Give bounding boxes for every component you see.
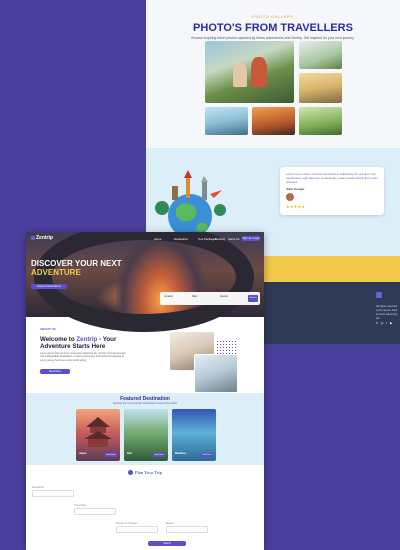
hero-section: Zentrip Home Destination Tour Packages B… bbox=[26, 232, 264, 332]
navbar: Zentrip Home Destination Tour Packages B… bbox=[26, 232, 264, 244]
gallery-photo-city[interactable] bbox=[205, 107, 248, 135]
brand-name: Zentrip bbox=[36, 235, 53, 241]
rating-stars: ★★★★★ bbox=[286, 204, 306, 209]
plan-date-label: Travel Date bbox=[74, 504, 87, 507]
book-now-button[interactable]: Book Now bbox=[153, 453, 165, 457]
read-more-button[interactable]: Read More bbox=[40, 369, 70, 374]
plan-budget-input[interactable] bbox=[166, 526, 208, 533]
destination-card-label: Maldives bbox=[175, 452, 186, 455]
about-heading: Welcome to Zentrip - Your Adventure Star… bbox=[40, 336, 130, 350]
testimonial-name: John Cooper bbox=[286, 187, 305, 191]
plan-trip-title: Plan Your Trip bbox=[26, 470, 264, 476]
about-eyebrow: ABOUT US bbox=[40, 327, 56, 331]
about-image-planning bbox=[194, 354, 238, 393]
search-guests-field[interactable]: Guests bbox=[220, 295, 228, 298]
search-location-field[interactable]: Location bbox=[164, 295, 173, 298]
hero-heading: DISCOVER YOUR NEXT ADVENTURE bbox=[31, 259, 151, 277]
destination-card[interactable]: Maldives Book Now bbox=[172, 409, 216, 461]
gallery-photo-couple[interactable] bbox=[299, 73, 342, 103]
gallery-photo-meadow[interactable] bbox=[299, 107, 342, 135]
hero-heading-line1: DISCOVER YOUR NEXT bbox=[31, 259, 122, 268]
signup-login-button[interactable]: Sign up / Login bbox=[242, 236, 260, 241]
zentrip-page: Zentrip Home Destination Tour Packages B… bbox=[26, 232, 264, 550]
search-bar: Location Date Guests Search bbox=[160, 292, 260, 305]
footer-text: All rights reserved. Lorem ipsum dolor s… bbox=[376, 305, 398, 320]
plan-travelers-label: Number of Travelers bbox=[116, 522, 138, 525]
search-date-field[interactable]: Date bbox=[192, 295, 197, 298]
about-heading-part1: Welcome to bbox=[40, 336, 75, 343]
avatar bbox=[286, 193, 294, 201]
nav-booking[interactable]: Booking bbox=[215, 237, 225, 241]
destination-card-label: Bali bbox=[127, 452, 132, 455]
gallery-photo-hikers[interactable] bbox=[205, 41, 294, 103]
brand-logo[interactable]: Zentrip bbox=[31, 235, 53, 241]
nav-tour-packages[interactable]: Tour Packages bbox=[198, 237, 217, 241]
plan-submit-button[interactable]: Submit bbox=[148, 541, 186, 546]
hero-heading-accent: ADVENTURE bbox=[31, 268, 81, 277]
nav-destination[interactable]: Destination bbox=[174, 237, 188, 241]
explore-destinations-button[interactable]: Explore Destinations bbox=[31, 284, 67, 289]
plan-date-input[interactable] bbox=[74, 508, 116, 515]
destination-card-label: Japan bbox=[79, 452, 87, 455]
book-now-button[interactable]: Book Now bbox=[105, 453, 117, 457]
gallery-subtitle: Browse inspiring travel photos captured … bbox=[191, 36, 355, 40]
plan-travelers-input[interactable] bbox=[116, 526, 158, 533]
search-button[interactable]: Search bbox=[248, 295, 258, 302]
featured-destinations-section: Featured Destination Explore the most po… bbox=[26, 393, 264, 465]
footer-logo[interactable] bbox=[376, 292, 382, 298]
gallery-photo-family[interactable] bbox=[299, 41, 342, 69]
cta-strip bbox=[264, 256, 400, 282]
plan-destination-input[interactable] bbox=[32, 490, 74, 497]
plan-trip-title-text: Plan Your Trip bbox=[135, 470, 162, 475]
about-body: Lorem ipsum dolor sit amet consectetur a… bbox=[40, 352, 126, 362]
destination-card[interactable]: Japan Book Now bbox=[76, 409, 120, 461]
testimonial-card: Lorem ipsum dolor sit amet consectetur a… bbox=[280, 167, 384, 215]
plan-budget-label: Budget bbox=[166, 522, 174, 525]
gallery-photo-sunset[interactable] bbox=[252, 107, 295, 135]
featured-subtitle: Explore the most popular destinations ar… bbox=[113, 402, 177, 405]
airplane-window bbox=[34, 232, 254, 332]
nav-home[interactable]: Home bbox=[154, 237, 161, 241]
hiker-figure bbox=[233, 63, 247, 87]
about-heading-accent: Zentrip bbox=[76, 336, 98, 343]
book-now-button[interactable]: Book Now bbox=[201, 453, 213, 457]
logo-icon bbox=[31, 235, 35, 240]
gallery-title: PHOTO'S FROM TRAVELLERS bbox=[193, 22, 353, 34]
nav-about-us[interactable]: About Us bbox=[228, 237, 240, 241]
hiker-figure bbox=[251, 57, 267, 87]
social-icons[interactable]: X ◎ f ▶ bbox=[376, 321, 393, 325]
plan-destination-label: Destination bbox=[32, 486, 44, 489]
testimonial-quote: Lorem ipsum dolor sit amet consectetur a… bbox=[286, 172, 378, 184]
gallery-eyebrow: Photo Gallery bbox=[252, 14, 294, 19]
destination-card[interactable]: Bali Book Now bbox=[124, 409, 168, 461]
globe-icon bbox=[128, 470, 134, 476]
